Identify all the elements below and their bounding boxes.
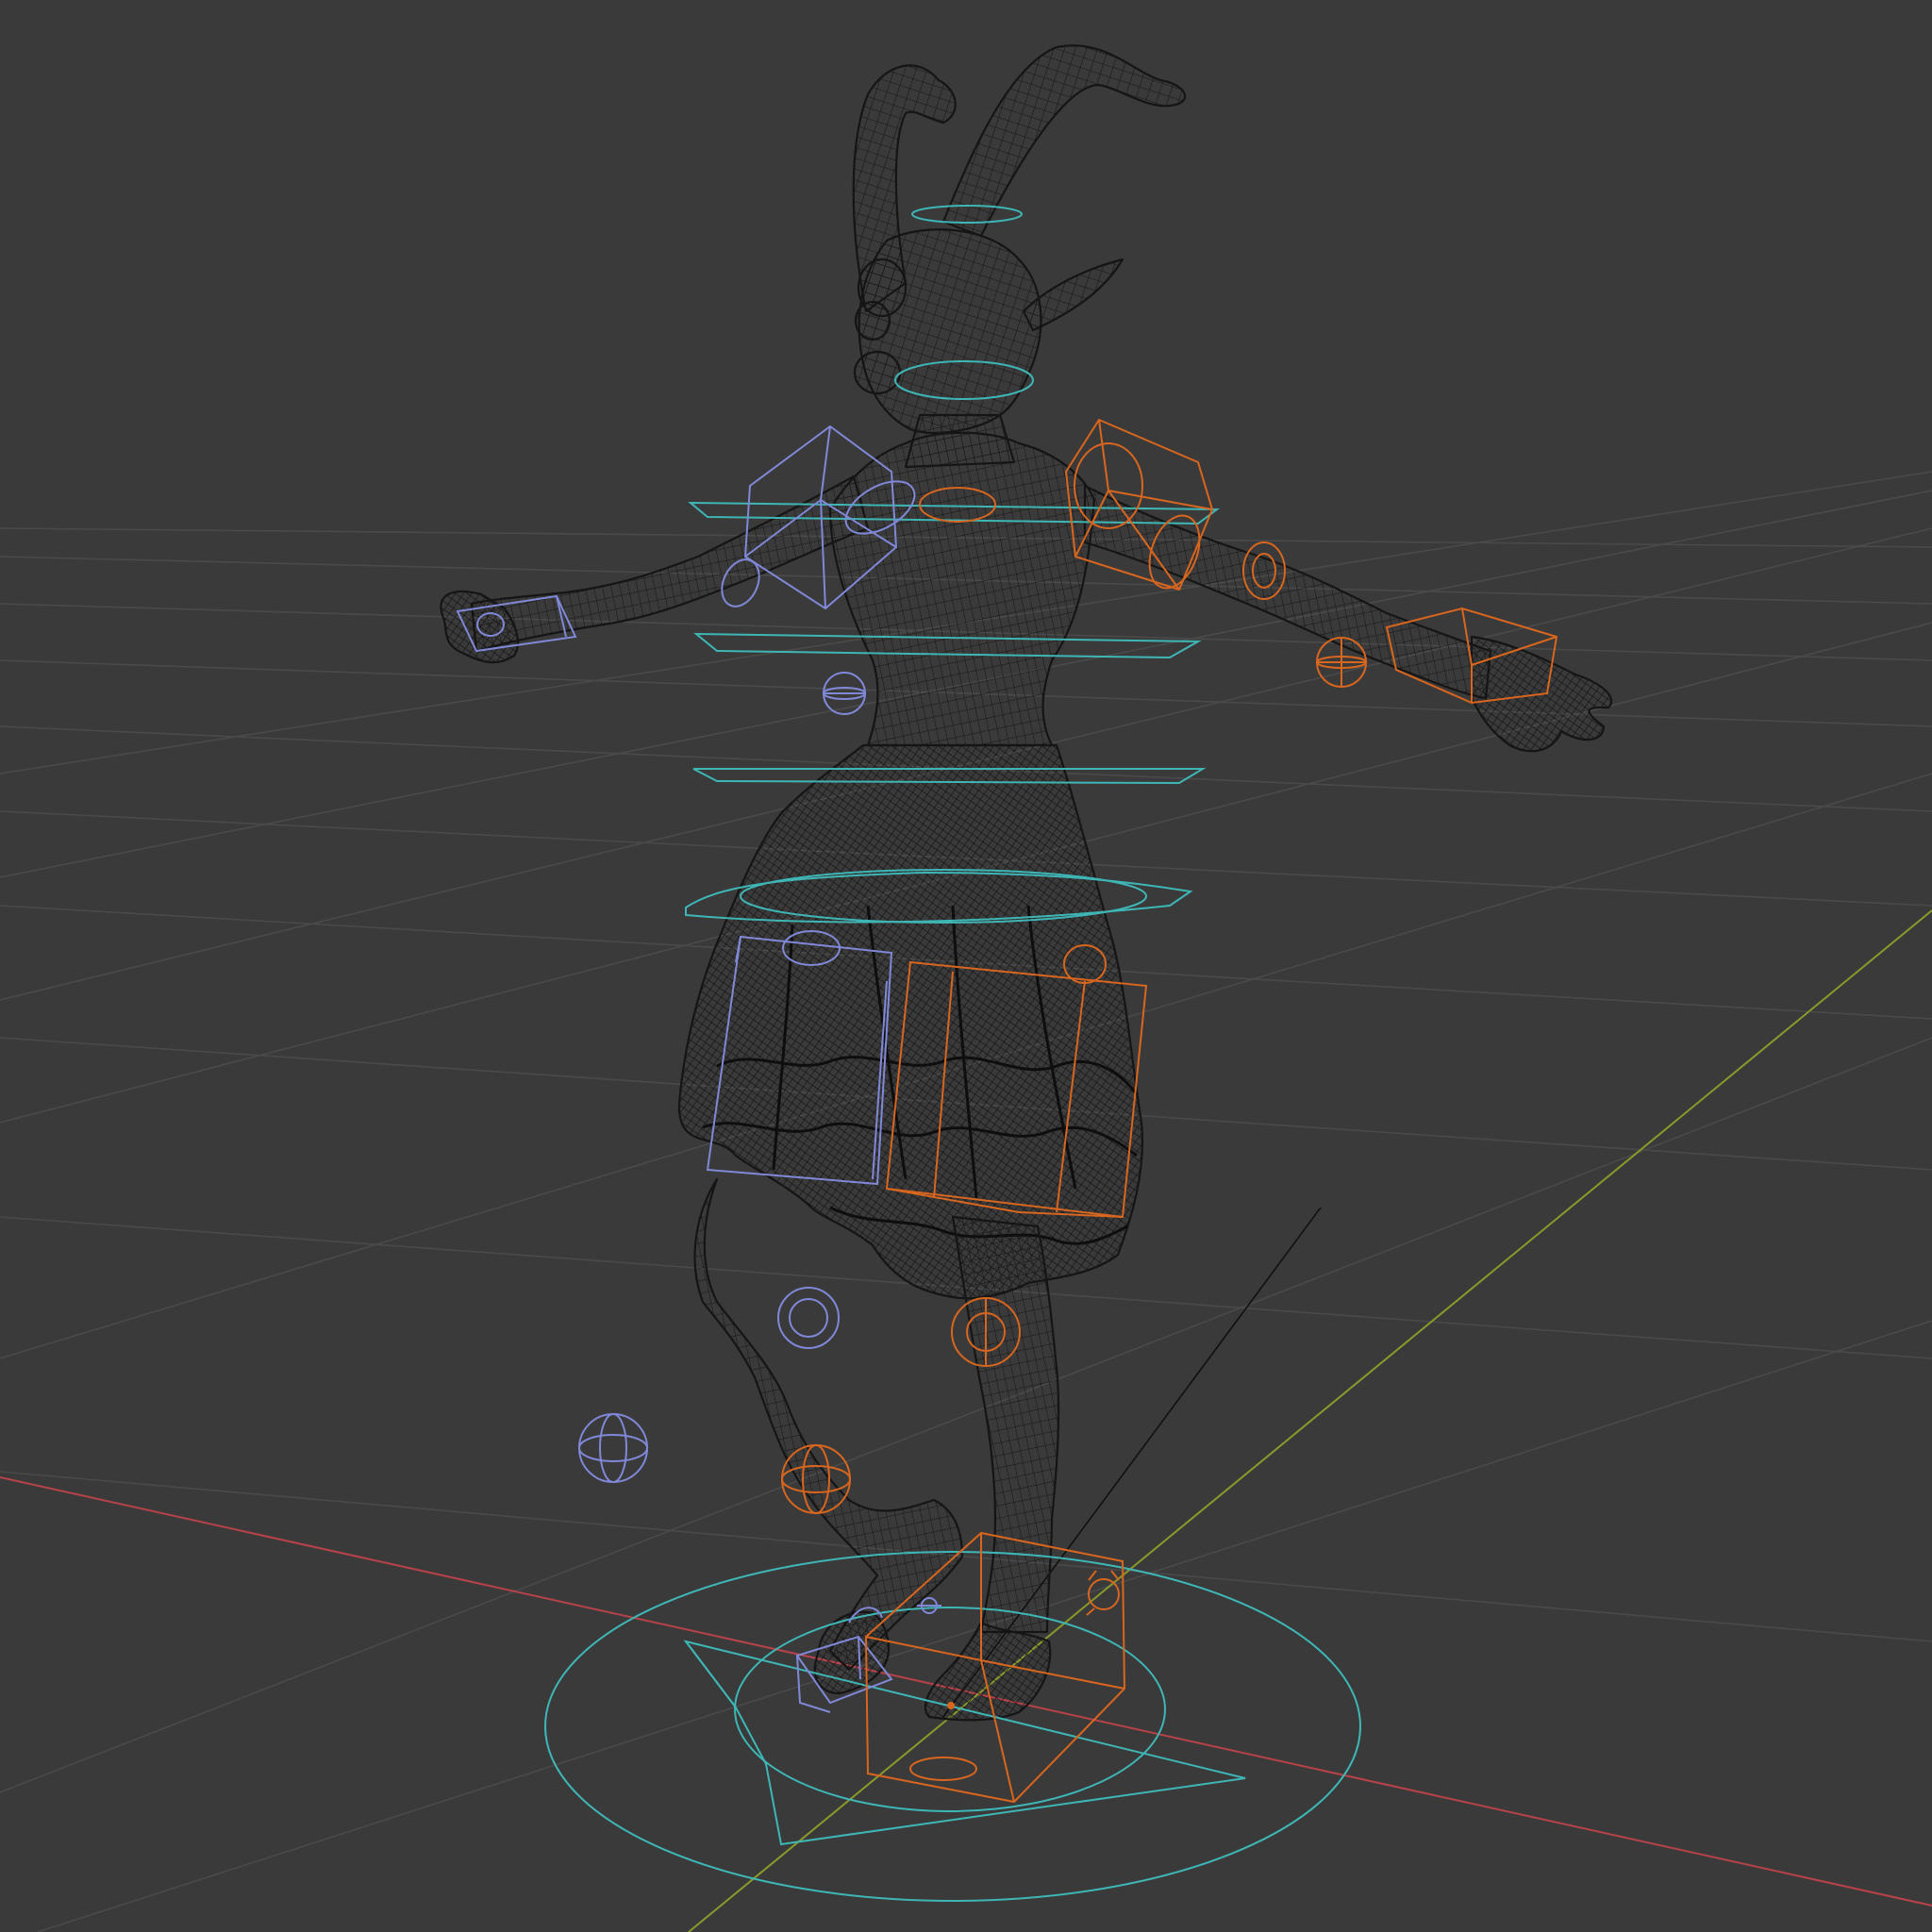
hair-bun-mid: [854, 300, 891, 341]
foot-pivot-dot: [947, 1702, 955, 1709]
viewport-scene[interactable]: [0, 0, 1932, 1932]
3d-viewport[interactable]: [0, 0, 1932, 1932]
hair-bun-lower: [853, 350, 902, 395]
elbow-pole-right-sphere-gizmo-icon[interactable]: [1316, 637, 1367, 688]
